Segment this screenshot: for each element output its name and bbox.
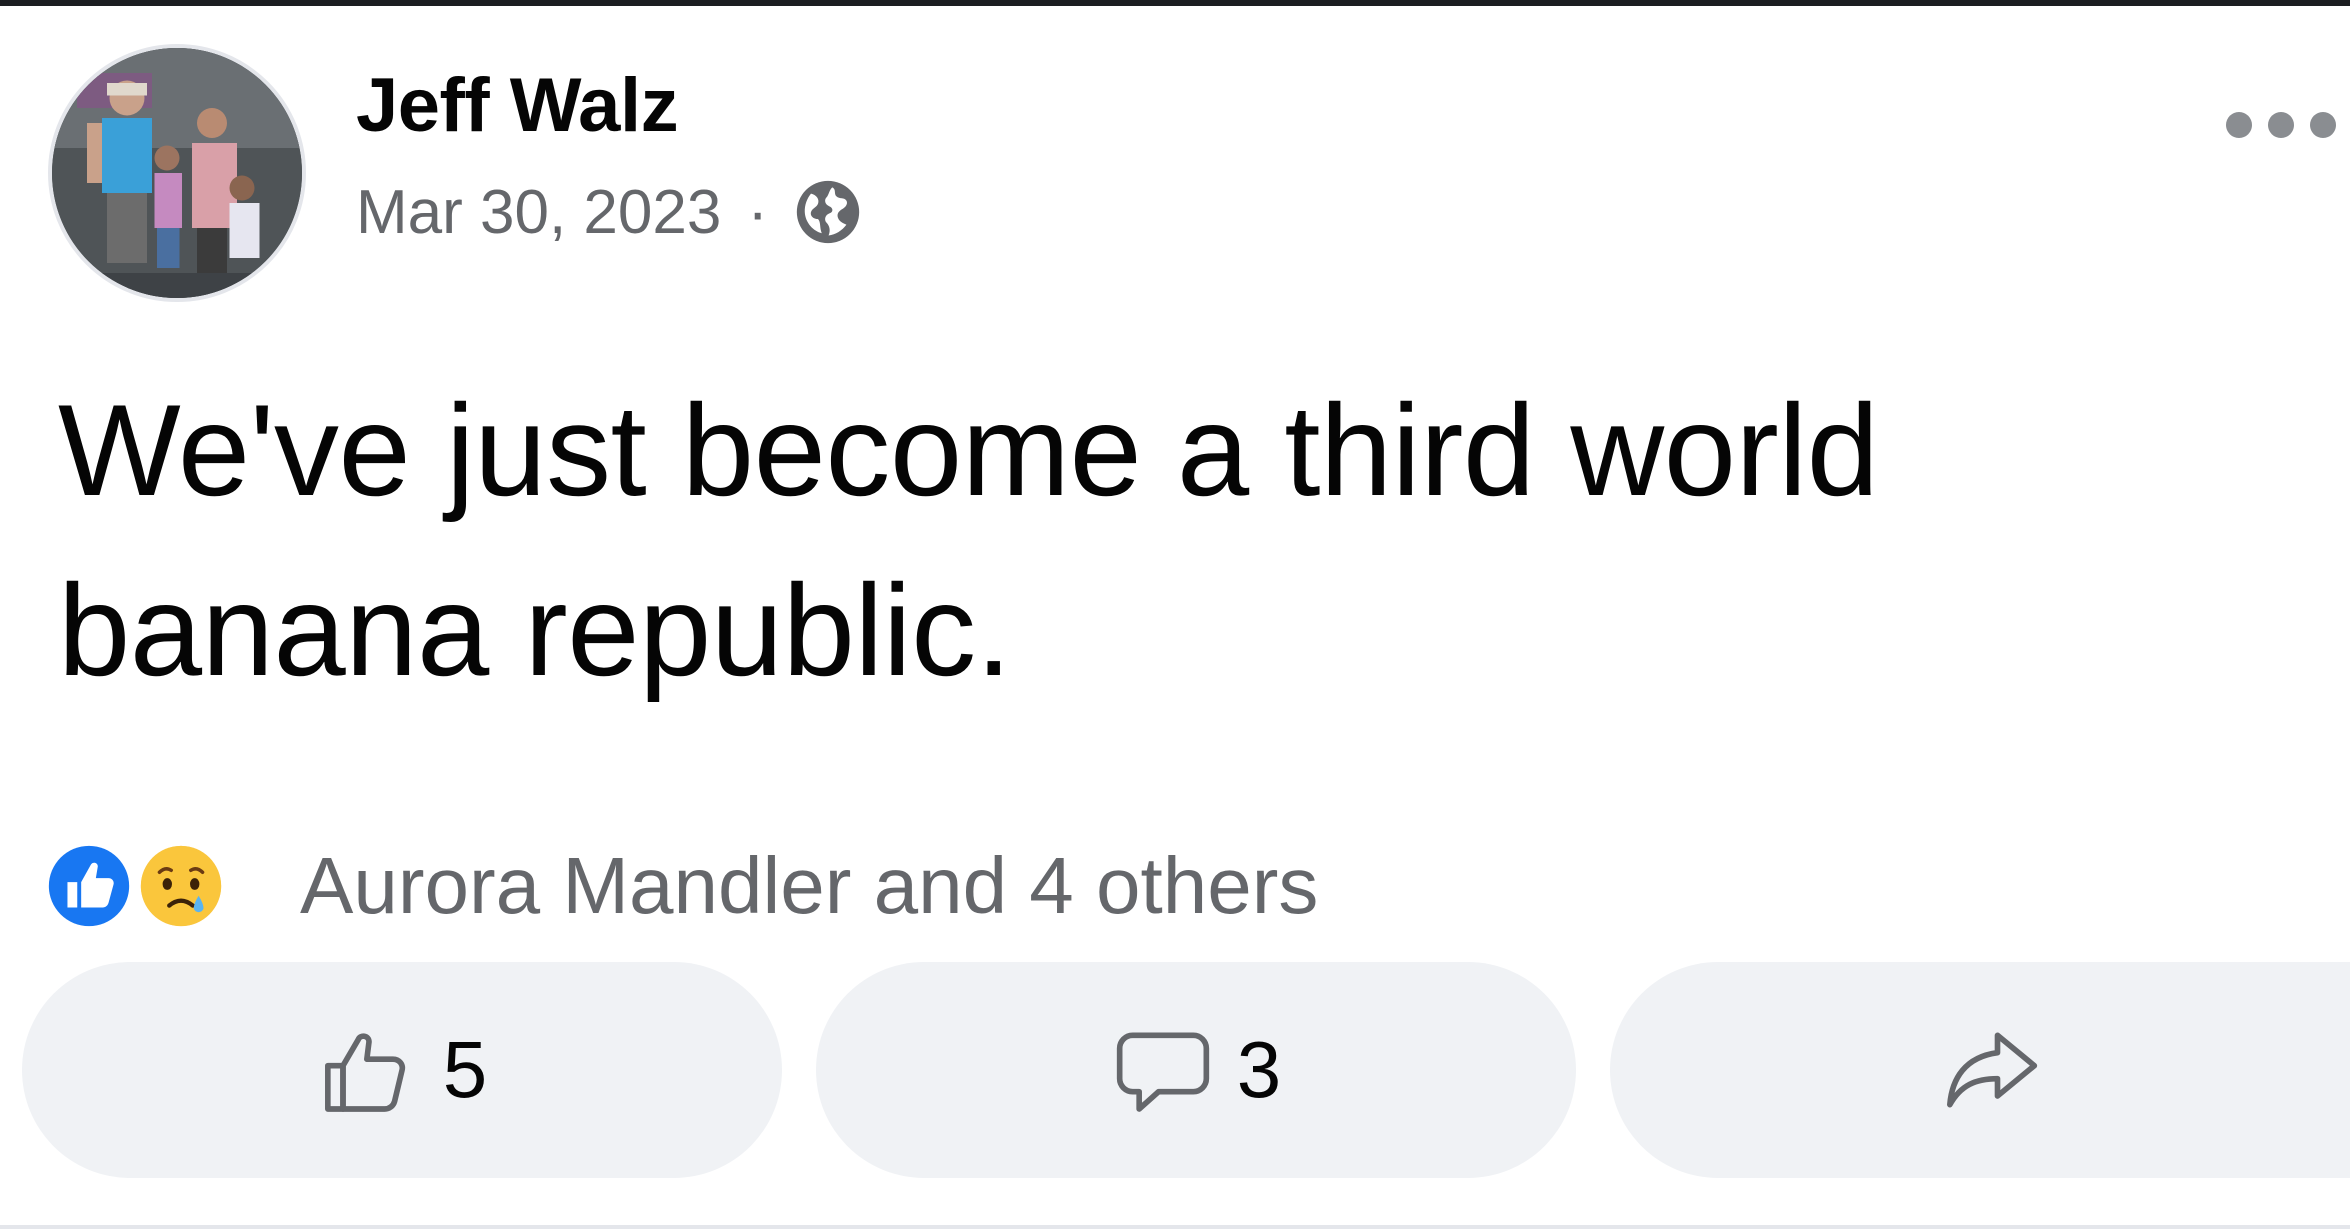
author-name[interactable]: Jeff Walz <box>356 62 679 149</box>
like-reaction-icon <box>42 839 136 933</box>
reaction-icons <box>42 836 242 936</box>
comment-count: 3 <box>1236 1025 1282 1114</box>
avatar-photo <box>52 48 302 298</box>
globe-icon <box>794 178 862 246</box>
like-count: 5 <box>442 1025 488 1114</box>
bottom-divider <box>0 1225 2350 1229</box>
reactions-summary[interactable]: Aurora Mandler and 4 others <box>42 836 1318 936</box>
reactions-summary-text: Aurora Mandler and 4 others <box>300 841 1319 930</box>
comment-button[interactable]: 3 <box>816 962 1576 1178</box>
post-text: We've just become a third world banana r… <box>58 377 1879 703</box>
post-meta: Mar 30, 2023 · <box>356 172 862 252</box>
thumbs-up-icon <box>317 1018 421 1122</box>
top-divider <box>0 0 2350 6</box>
more-options-icon[interactable] <box>2226 100 2336 150</box>
share-icon <box>1939 1018 2043 1122</box>
share-button[interactable] <box>1610 962 2350 1178</box>
author-avatar[interactable] <box>48 44 306 302</box>
post-date[interactable]: Mar 30, 2023 <box>356 177 721 248</box>
meta-separator: · <box>747 177 768 247</box>
post-card: Jeff Walz Mar 30, 2023 · We've just beco… <box>0 0 2350 1229</box>
comment-icon <box>1111 1018 1215 1122</box>
action-bar: 5 3 <box>22 962 2350 1178</box>
sad-reaction-icon <box>134 839 228 933</box>
like-button[interactable]: 5 <box>22 962 782 1178</box>
